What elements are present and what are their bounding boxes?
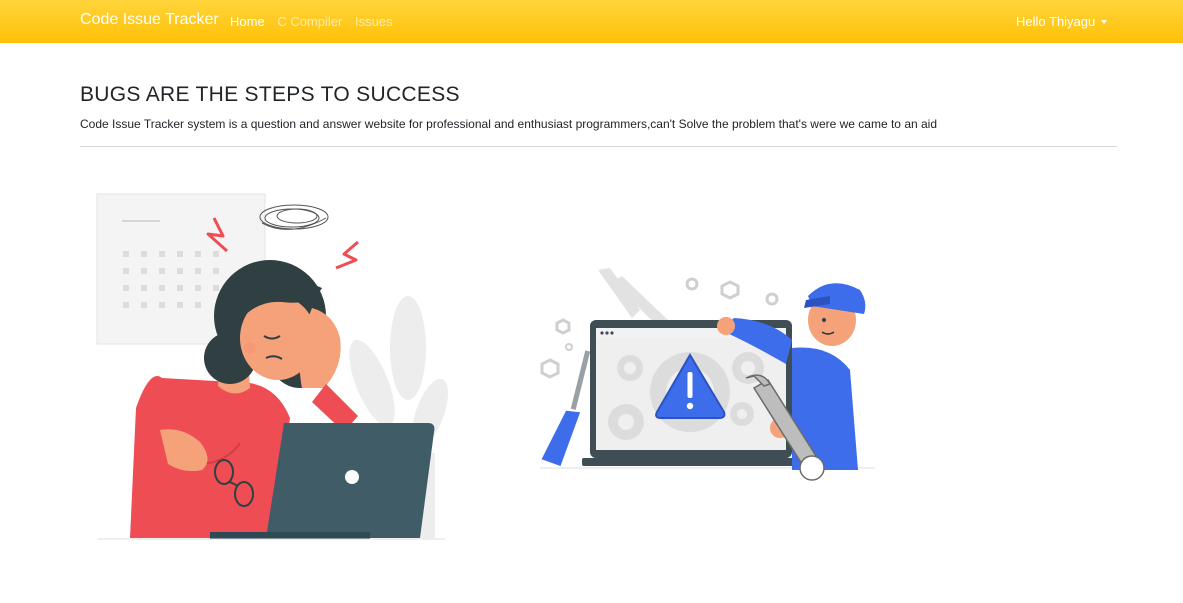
frustrated-programmer-illustration: [96, 193, 449, 540]
top-navbar: Code Issue Tracker Home C Compiler Issue…: [0, 0, 1183, 43]
caret-down-icon: [1101, 20, 1108, 24]
technician-fixing-computer-illustration: [540, 268, 875, 481]
nav-links: Home C Compiler Issues: [230, 14, 402, 29]
page-subtitle: Code Issue Tracker system is a question …: [80, 117, 938, 131]
brand-link[interactable]: Code Issue Tracker: [80, 11, 219, 29]
page-title: BUGS ARE THE STEPS TO SUCCESS: [80, 83, 460, 106]
user-menu-dropdown[interactable]: Hello Thiyagu: [1016, 14, 1108, 29]
nav-c-compiler-link[interactable]: C Compiler: [277, 14, 342, 29]
divider: [80, 146, 1117, 147]
nav-home-link[interactable]: Home: [230, 14, 265, 29]
user-greeting: Hello Thiyagu: [1016, 14, 1096, 29]
nav-issues-link[interactable]: Issues: [355, 14, 393, 29]
